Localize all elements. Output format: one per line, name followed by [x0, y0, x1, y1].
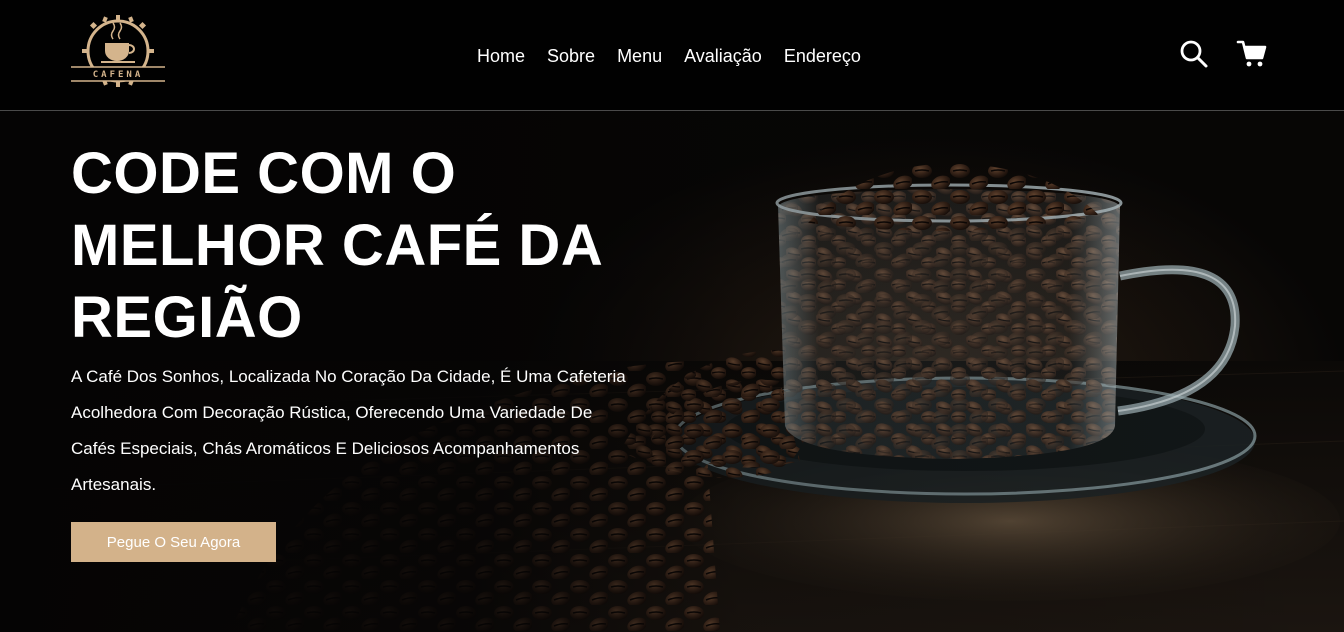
main-nav: Home Sobre Menu Avaliação Endereço	[466, 44, 872, 68]
logo-emblem-icon	[71, 15, 165, 87]
nav-item-sobre[interactable]: Sobre	[536, 44, 606, 68]
get-yours-button[interactable]: Pegue O Seu Agora	[71, 522, 276, 562]
nav-item-home[interactable]: Home	[466, 44, 536, 68]
header-actions	[1178, 38, 1268, 70]
nav-item-endereco[interactable]: Endereço	[773, 44, 872, 68]
search-icon[interactable]	[1178, 38, 1210, 70]
site-header: CAFENA Home Sobre Menu Avaliação Endereç…	[0, 0, 1344, 111]
nav-item-menu[interactable]: Menu	[606, 44, 673, 68]
landing-page: CAFENA Home Sobre Menu Avaliação Endereç…	[0, 0, 1344, 632]
nav-item-avaliacao[interactable]: Avaliação	[673, 44, 773, 68]
cafena-logo[interactable]: CAFENA	[69, 13, 167, 93]
cart-icon[interactable]	[1236, 38, 1268, 70]
hero-title: CODE COM O MELHOR CAFÉ DA REGIÃO	[71, 141, 602, 350]
hero-description: A Café Dos Sonhos, Localizada No Coração…	[71, 367, 626, 494]
logo-text: CAFENA	[92, 70, 144, 80]
